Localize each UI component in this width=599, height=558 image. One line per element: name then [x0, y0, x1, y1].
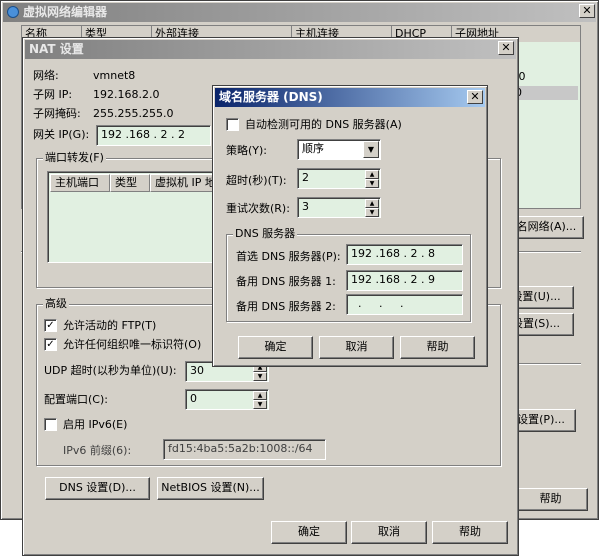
network-value: vmnet8 — [93, 69, 136, 82]
port-forwarding-title: 端口转发(F) — [43, 151, 106, 165]
timeout-stepper[interactable]: 2 ▲ ▼ — [297, 168, 381, 189]
policy-label: 策略(Y): — [226, 144, 268, 157]
policy-value: 顺序 — [302, 142, 324, 155]
subnet-ip-value: 192.168.2.0 — [93, 88, 160, 101]
allow-oui-checkbox[interactable]: ✓ — [44, 338, 57, 351]
config-port-label: 配置端口(C): — [44, 393, 108, 406]
col-type[interactable]: 类型 — [110, 174, 150, 192]
network-label: 网络: — [33, 69, 59, 82]
network-app-icon — [7, 6, 19, 18]
config-port-value: 0 — [190, 392, 197, 405]
alternate-dns-2-field[interactable]: . . . — [346, 294, 463, 315]
main-titlebar: 虚拟网络编辑器 — [3, 3, 596, 22]
allow-ftp-label[interactable]: 允许活动的 FTP(T) — [63, 319, 156, 333]
preferred-dns-field[interactable]: 192 .168 . 2 . 8 — [346, 244, 463, 265]
add-network-button[interactable]: 名网络(A)... — [509, 216, 584, 239]
nat-dialog-title: NAT 设置 — [29, 42, 84, 56]
allow-oui-label[interactable]: 允许任何组织唯一标识符(O) — [63, 338, 201, 352]
policy-select[interactable]: 顺序 ▼ — [297, 139, 381, 160]
allow-ftp-checkbox[interactable]: ✓ — [44, 319, 57, 332]
ipv6-prefix-field[interactable]: fd15:4ba5:5a2b:1008::/64 — [163, 439, 326, 460]
timeout-label: 超时(秒)(T): — [226, 174, 287, 187]
netbios-settings-button[interactable]: NetBIOS 设置(N)... — [157, 477, 264, 500]
ipv6-prefix-label: IPv6 前缀(6): — [63, 444, 132, 457]
retries-stepper[interactable]: 3 ▲ ▼ — [297, 197, 381, 218]
alternate-dns-2-label: 备用 DNS 服务器 2: — [236, 300, 336, 313]
col-host-port[interactable]: 主机端口 — [50, 174, 110, 192]
nat-titlebar: NAT 设置 — [25, 40, 516, 59]
gateway-ip-field[interactable]: 192 .168 . 2 . 2 — [96, 125, 211, 146]
dns-settings-button[interactable]: DNS 设置(D)... — [45, 477, 150, 500]
preferred-dns-label: 首选 DNS 服务器(P): — [236, 250, 341, 263]
dropdown-arrow-icon[interactable]: ▼ — [363, 141, 379, 158]
dns-cancel-button[interactable]: 取消 — [319, 336, 394, 359]
subnet-mask-value: 255.255.255.0 — [93, 107, 174, 120]
close-icon: ✕ — [582, 4, 592, 17]
arrow-down-icon[interactable]: ▼ — [365, 208, 379, 217]
nat-close-button[interactable]: ✕ — [498, 41, 514, 55]
auto-detect-dns-label[interactable]: 自动检测可用的 DNS 服务器(A) — [245, 118, 402, 132]
close-icon: ✕ — [501, 41, 511, 54]
nat-cancel-button[interactable]: 取消 — [351, 521, 427, 544]
subnet-mask-label: 子网掩码: — [33, 107, 81, 120]
nat-help-button[interactable]: 帮助 — [432, 521, 508, 544]
main-window-title: 虚拟网络编辑器 — [23, 5, 108, 19]
nat-ok-button[interactable]: 确定 — [271, 521, 347, 544]
main-close-button[interactable]: ✕ — [579, 4, 595, 18]
dns-close-button[interactable]: ✕ — [467, 90, 483, 104]
alternate-dns-1-label: 备用 DNS 服务器 1: — [236, 275, 336, 288]
retries-spin[interactable]: ▲ ▼ — [365, 199, 379, 217]
timeout-value: 2 — [302, 171, 309, 184]
arrow-down-icon[interactable]: ▼ — [365, 179, 379, 188]
retries-value: 3 — [302, 200, 309, 213]
udp-timeout-value: 30 — [190, 364, 204, 377]
config-port-stepper[interactable]: 0 ▲ ▼ — [185, 389, 269, 410]
timeout-spin[interactable]: ▲ ▼ — [365, 170, 379, 188]
arrow-up-icon[interactable]: ▲ — [365, 199, 379, 208]
dns-ok-button[interactable]: 确定 — [238, 336, 313, 359]
arrow-up-icon[interactable]: ▲ — [365, 170, 379, 179]
advanced-title: 高级 — [43, 297, 69, 311]
dns-help-button[interactable]: 帮助 — [400, 336, 475, 359]
arrow-up-icon[interactable]: ▲ — [253, 391, 267, 400]
alternate-dns-1-field[interactable]: 192 .168 . 2 . 9 — [346, 270, 463, 291]
gateway-label: 网关 IP(G): — [33, 128, 90, 141]
dns-dialog-title: 域名服务器 (DNS) — [219, 90, 323, 104]
dns-dialog: 域名服务器 (DNS) ✕ 自动检测可用的 DNS 服务器(A) 策略(Y): … — [212, 85, 488, 367]
main-help-button[interactable]: 帮助 — [513, 488, 588, 511]
subnet-ip-label: 子网 IP: — [33, 88, 73, 101]
dns-titlebar: 域名服务器 (DNS) — [215, 88, 485, 107]
enable-ipv6-label[interactable]: 启用 IPv6(E) — [63, 418, 127, 432]
dns-servers-title: DNS 服务器 — [233, 227, 298, 241]
arrow-down-icon[interactable]: ▼ — [253, 400, 267, 409]
checkmark-icon: ✓ — [46, 339, 55, 350]
auto-detect-dns-checkbox[interactable] — [226, 118, 239, 131]
checkmark-icon: ✓ — [46, 320, 55, 331]
arrow-down-icon[interactable]: ▼ — [253, 372, 267, 381]
udp-timeout-label: UDP 超时(以秒为单位)(U): — [44, 364, 177, 377]
config-port-spin[interactable]: ▲ ▼ — [253, 391, 267, 409]
close-icon: ✕ — [470, 90, 480, 103]
retries-label: 重试次数(R): — [226, 202, 290, 215]
enable-ipv6-checkbox[interactable] — [44, 418, 57, 431]
